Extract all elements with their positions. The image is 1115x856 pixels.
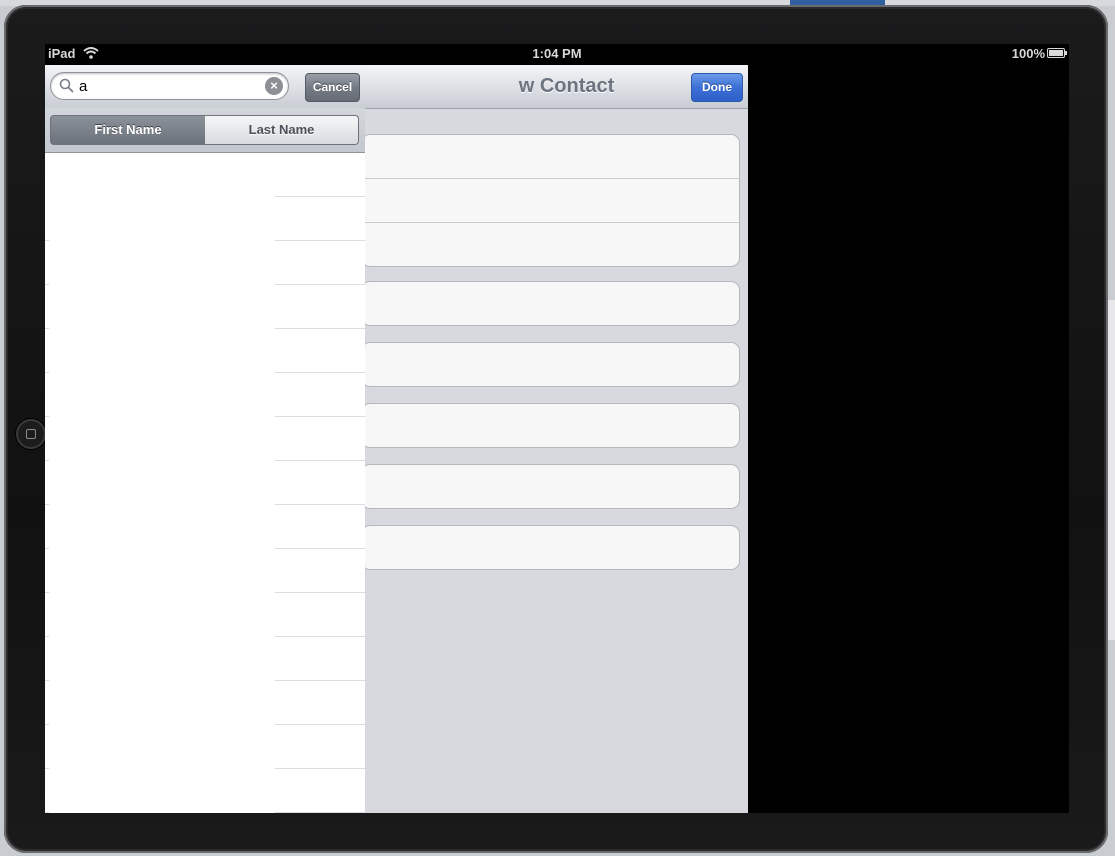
form-field[interactable]	[362, 223, 739, 266]
contact-search-panel: × Cancel First Name Last Name	[45, 65, 365, 813]
status-bar: iPad 1:04 PM 100%	[45, 44, 1069, 64]
battery-percentage: 100%	[1011, 46, 1045, 61]
list-item[interactable]	[45, 461, 365, 505]
form-field-group	[361, 403, 740, 448]
list-item[interactable]	[45, 197, 365, 241]
search-bar: × Cancel	[45, 65, 365, 108]
form-field-group	[361, 525, 740, 570]
form-field[interactable]	[362, 179, 739, 223]
clear-search-icon[interactable]: ×	[265, 77, 283, 95]
list-item[interactable]	[45, 725, 365, 769]
home-button[interactable]	[16, 419, 46, 449]
form-field-group	[361, 342, 740, 387]
search-field[interactable]: ×	[50, 72, 289, 100]
list-item[interactable]	[45, 505, 365, 549]
list-item[interactable]	[45, 769, 365, 813]
form-field-group	[361, 281, 740, 326]
form-field[interactable]	[362, 282, 739, 325]
list-item[interactable]	[45, 549, 365, 593]
list-item[interactable]	[45, 241, 365, 285]
home-square-icon	[26, 429, 36, 439]
ipad-screen: iPad 1:04 PM 100% w Contact Done a × Can…	[45, 44, 1069, 813]
done-button[interactable]: Done	[691, 73, 743, 102]
search-scope-bar: First Name Last Name	[45, 108, 365, 153]
form-field[interactable]	[362, 343, 739, 386]
form-field[interactable]	[362, 526, 739, 569]
search-results-list	[45, 153, 365, 813]
list-item[interactable]	[45, 417, 365, 461]
form-field[interactable]	[362, 135, 739, 179]
list-item[interactable]	[45, 153, 365, 197]
name-field-group	[361, 134, 740, 267]
list-item[interactable]	[45, 329, 365, 373]
list-item[interactable]	[45, 373, 365, 417]
list-item[interactable]	[45, 285, 365, 329]
form-field[interactable]	[362, 404, 739, 447]
search-icon	[59, 78, 74, 93]
cancel-button[interactable]: Cancel	[305, 73, 360, 102]
list-item[interactable]	[45, 637, 365, 681]
form-field[interactable]	[362, 465, 739, 508]
list-item[interactable]	[45, 681, 365, 725]
scope-last-name[interactable]: Last Name	[205, 115, 359, 145]
scope-first-name[interactable]: First Name	[50, 115, 206, 145]
clock: 1:04 PM	[532, 46, 582, 61]
list-item[interactable]	[45, 593, 365, 637]
battery-icon	[1047, 48, 1067, 58]
search-input[interactable]	[79, 77, 259, 95]
form-field-group	[361, 464, 740, 509]
